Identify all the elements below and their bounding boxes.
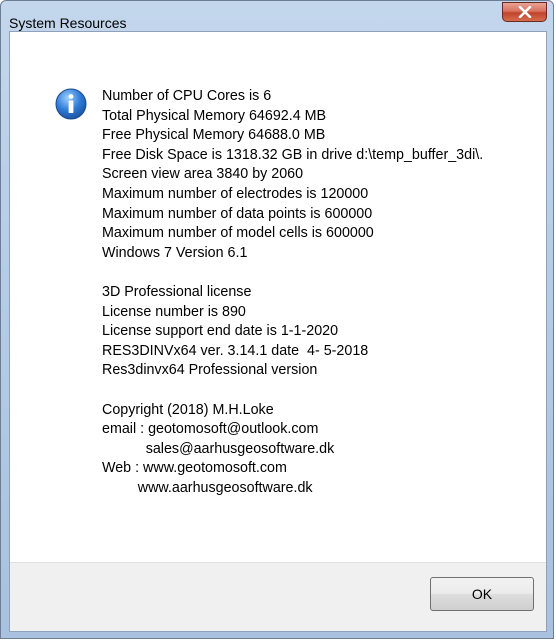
info-icon [55,88,87,120]
ok-button[interactable]: OK [430,577,534,611]
message-line-free-memory: Free Physical Memory 64688.0 MB [102,127,326,144]
message-line-web: Web : www.geotomosoft.com [102,460,287,477]
message-line-email: email : geotomosoft@outlook.com [102,421,319,438]
message-line-license-type: 3D Professional license [102,283,252,300]
title-bar[interactable]: System Resources [1,1,553,31]
close-icon [518,6,531,18]
close-button[interactable] [502,2,547,22]
message-line-program-version: RES3DINVx64 ver. 3.14.1 date 4- 5-2018 [102,342,369,359]
message-line-copyright: Copyright (2018) M.H.Loke [102,401,274,418]
message-line-max-model-cells: Maximum number of model cells is 600000 [102,225,374,242]
message-line-edition: Res3dinvx64 Professional version [102,362,318,379]
button-bar: OK [10,562,546,631]
message-line-max-electrodes: Maximum number of electrodes is 120000 [102,185,369,202]
message-line-windows-version: Windows 7 Version 6.1 [102,244,248,261]
dialog-content: Number of CPU Cores is 6 Total Physical … [9,31,547,632]
message-line-support-end: License support end date is 1-1-2020 [102,323,339,340]
message-line-total-memory: Total Physical Memory 64692.4 MB [102,107,327,124]
message-line-cpu-cores: Number of CPU Cores is 6 [102,88,272,104]
message-line-license-number: License number is 890 [102,303,246,320]
message-line-max-data-points: Maximum number of data points is 600000 [102,205,373,222]
dialog-window: System Resources Number of CPU Cores is … [0,0,554,639]
message-line-web-secondary: www.aarhusgeosoftware.dk [102,479,313,496]
message-text: Number of CPU Cores is 6 Total Physical … [102,87,542,498]
message-line-free-disk: Free Disk Space is 1318.32 GB in drive d… [102,146,484,163]
window-title: System Resources [9,15,127,31]
message-line-screen-area: Screen view area 3840 by 2060 [102,166,304,183]
message-line-email-secondary: sales@aarhusgeosoftware.dk [102,440,335,457]
